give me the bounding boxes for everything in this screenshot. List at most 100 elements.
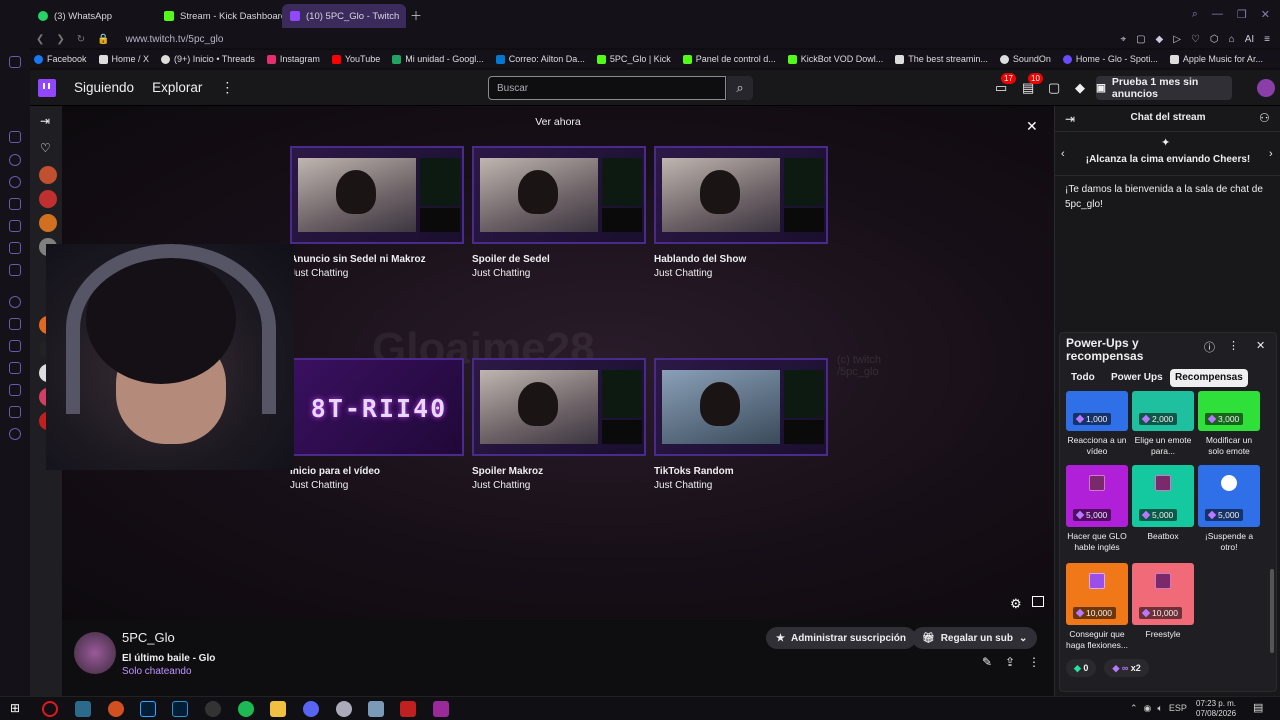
channel-avatar[interactable] — [39, 166, 57, 184]
ad-free-promo-button[interactable]: ▣ Prueba 1 mes sin anuncios — [1096, 76, 1232, 100]
theater-mode-icon[interactable] — [1032, 596, 1044, 607]
voicemod-icon[interactable] — [400, 701, 416, 717]
clock[interactable]: 07:23 p. m. 07/08/2026 — [1196, 699, 1236, 719]
tab-whatsapp[interactable]: (3) WhatsApp — [30, 4, 156, 28]
discord-icon[interactable] — [9, 198, 21, 210]
tab-kick[interactable]: Stream - Kick Dashboard — [156, 4, 282, 28]
expand-rail-icon[interactable]: ⇥ — [40, 114, 50, 128]
lock-icon[interactable]: 🔒 — [97, 34, 109, 45]
twitch-sidebar-icon[interactable] — [9, 131, 21, 143]
url-field[interactable]: www.twitch.tv/5pc_glo — [126, 34, 224, 45]
spotify-icon[interactable] — [238, 701, 254, 717]
player-icon[interactable] — [9, 296, 21, 308]
close-overlay-icon[interactable]: ✕ — [1026, 118, 1038, 135]
vpn-icon[interactable]: ◆ — [1156, 34, 1164, 45]
nav-more-icon[interactable]: ⋮ — [220, 79, 234, 96]
reward-item[interactable]: 5,000 Beatbox — [1132, 465, 1194, 542]
app-icon[interactable] — [433, 701, 449, 717]
bookmark-soundon[interactable]: SoundOn — [999, 54, 1051, 64]
pin-icon[interactable]: ⌖ — [1120, 34, 1126, 45]
video-card[interactable]: 8T-RII40 Inicio para el vídeo Just Chatt… — [290, 358, 464, 491]
close-powerups-icon[interactable]: ✕ — [1256, 339, 1265, 352]
rewards-scrollbar[interactable] — [1270, 569, 1274, 653]
whispers-icon[interactable]: ▢ — [1048, 80, 1060, 96]
bookmark-x[interactable]: Home / X — [98, 54, 149, 64]
reward-item[interactable]: 2,000 Elige un emote para... — [1132, 391, 1194, 457]
extensions-icon[interactable] — [9, 406, 21, 418]
bookmark-kickbot[interactable]: KickBot VOD Dowl... — [787, 54, 883, 64]
community-icon[interactable]: ⚇ — [1259, 111, 1270, 125]
language-icon[interactable]: ESP — [1169, 703, 1187, 714]
search-tabs-icon[interactable]: ⌕ — [1192, 8, 1198, 21]
firefox-icon[interactable] — [108, 701, 124, 717]
bookmark-instagram[interactable]: Instagram — [266, 54, 320, 64]
reward-item[interactable]: 10,000 Conseguir que haga flexiones... — [1066, 563, 1128, 651]
opera-icon[interactable] — [42, 701, 58, 717]
stream-category[interactable]: Solo chateando — [122, 666, 192, 677]
tab-twitch[interactable]: (10) 5PC_Glo - Twitch ✕ — [282, 4, 406, 28]
heart-outline-icon[interactable]: ♡ — [1191, 34, 1200, 45]
bits-balance[interactable]: ◆ 0 — [1066, 659, 1097, 677]
bookmark-spotify[interactable]: Home - Glo - Spoti... — [1062, 54, 1158, 64]
menu-icon[interactable]: ≡ — [1264, 34, 1270, 45]
downloads-icon[interactable] — [9, 384, 21, 396]
video-card[interactable]: Anuncio sin Sedel ni Makroz Just Chattin… — [290, 146, 464, 279]
bookmark-facebook[interactable]: Facebook — [34, 54, 87, 64]
user-avatar[interactable] — [1257, 79, 1275, 97]
video-category[interactable]: Just Chatting — [472, 268, 646, 279]
app-icon[interactable] — [75, 701, 91, 717]
notification-center-icon[interactable]: ▤ — [1253, 701, 1263, 714]
file-explorer-icon[interactable] — [270, 701, 286, 717]
next-icon[interactable]: › — [1269, 148, 1273, 160]
share-icon[interactable]: ⇪ — [1005, 655, 1015, 669]
cube-icon[interactable]: ⬡ — [1210, 34, 1219, 45]
aria-ai-icon[interactable]: AI — [1245, 34, 1254, 45]
snapshot-icon[interactable]: ▢ — [1136, 34, 1145, 45]
network-icon[interactable]: ◉ — [1144, 703, 1152, 714]
windows-start-icon[interactable]: ⊞ — [10, 701, 20, 715]
calculator-icon[interactable] — [368, 701, 384, 717]
video-card[interactable]: TikToks Random Just Chatting — [654, 358, 828, 491]
bookmark-apple-music[interactable]: Apple Music for Ar... — [1169, 54, 1263, 64]
whatsapp-icon[interactable] — [9, 176, 21, 188]
channel-name[interactable]: 5PC_Glo — [122, 630, 175, 645]
reward-item[interactable]: 3,000 Modificar un solo emote — [1198, 391, 1260, 457]
reward-item[interactable]: 5,000 Hacer que GLO hable inglés — [1066, 465, 1128, 553]
telegram-icon[interactable] — [9, 264, 21, 276]
x-icon[interactable] — [9, 242, 21, 254]
bell-icon[interactable]: ⌂ — [1229, 34, 1235, 45]
nav-following[interactable]: Siguiendo — [74, 80, 134, 95]
bookmark-drive[interactable]: Mi unidad - Googl... — [392, 54, 484, 64]
back-icon[interactable]: ❮ — [36, 34, 44, 45]
play-icon[interactable]: ▷ — [1173, 34, 1181, 45]
maximize-icon[interactable]: ❐ — [1237, 8, 1247, 21]
volume-icon[interactable]: 🔈︎ — [1157, 703, 1162, 714]
video-card[interactable]: Hablando del Show Just Chatting — [654, 146, 828, 279]
heart-icon[interactable] — [9, 340, 21, 352]
tray-chevron-icon[interactable]: ⌃ — [1130, 703, 1138, 714]
video-category[interactable]: Just Chatting — [472, 480, 646, 491]
video-category[interactable]: Just Chatting — [654, 268, 828, 279]
app-icon[interactable] — [336, 701, 352, 717]
nav-explore[interactable]: Explorar — [152, 80, 202, 95]
minimize-icon[interactable]: — — [1212, 8, 1223, 21]
clip-icon[interactable]: ✎ — [982, 655, 992, 669]
video-card[interactable]: Spoiler Makroz Just Chatting — [472, 358, 646, 491]
workspace-icon[interactable] — [9, 56, 21, 68]
reward-item[interactable]: 1,000 Reacciona a un vídeo — [1066, 391, 1128, 457]
channel-avatar[interactable] — [39, 190, 57, 208]
photoshop-icon[interactable] — [140, 701, 156, 717]
obs-icon[interactable] — [205, 701, 221, 717]
close-tab-icon[interactable]: ✕ — [405, 11, 406, 22]
bookmark-outlook[interactable]: Correo: Ailton Da... — [495, 54, 585, 64]
gift-sub-button[interactable]: 🎁︎ Regalar un sub ⌄ — [912, 627, 1038, 649]
reward-item[interactable]: 10,000 Freestyle — [1132, 563, 1194, 640]
video-category[interactable]: Just Chatting — [290, 480, 464, 491]
history-icon[interactable] — [9, 362, 21, 374]
channel-avatar[interactable] — [39, 214, 57, 232]
messenger-icon[interactable] — [9, 154, 21, 166]
video-category[interactable]: Just Chatting — [654, 480, 828, 491]
video-category[interactable]: Just Chatting — [290, 268, 464, 279]
notifications-icon[interactable]: ▭ 17 — [995, 73, 1016, 96]
tab-power-ups[interactable]: Power Ups — [1106, 369, 1168, 387]
